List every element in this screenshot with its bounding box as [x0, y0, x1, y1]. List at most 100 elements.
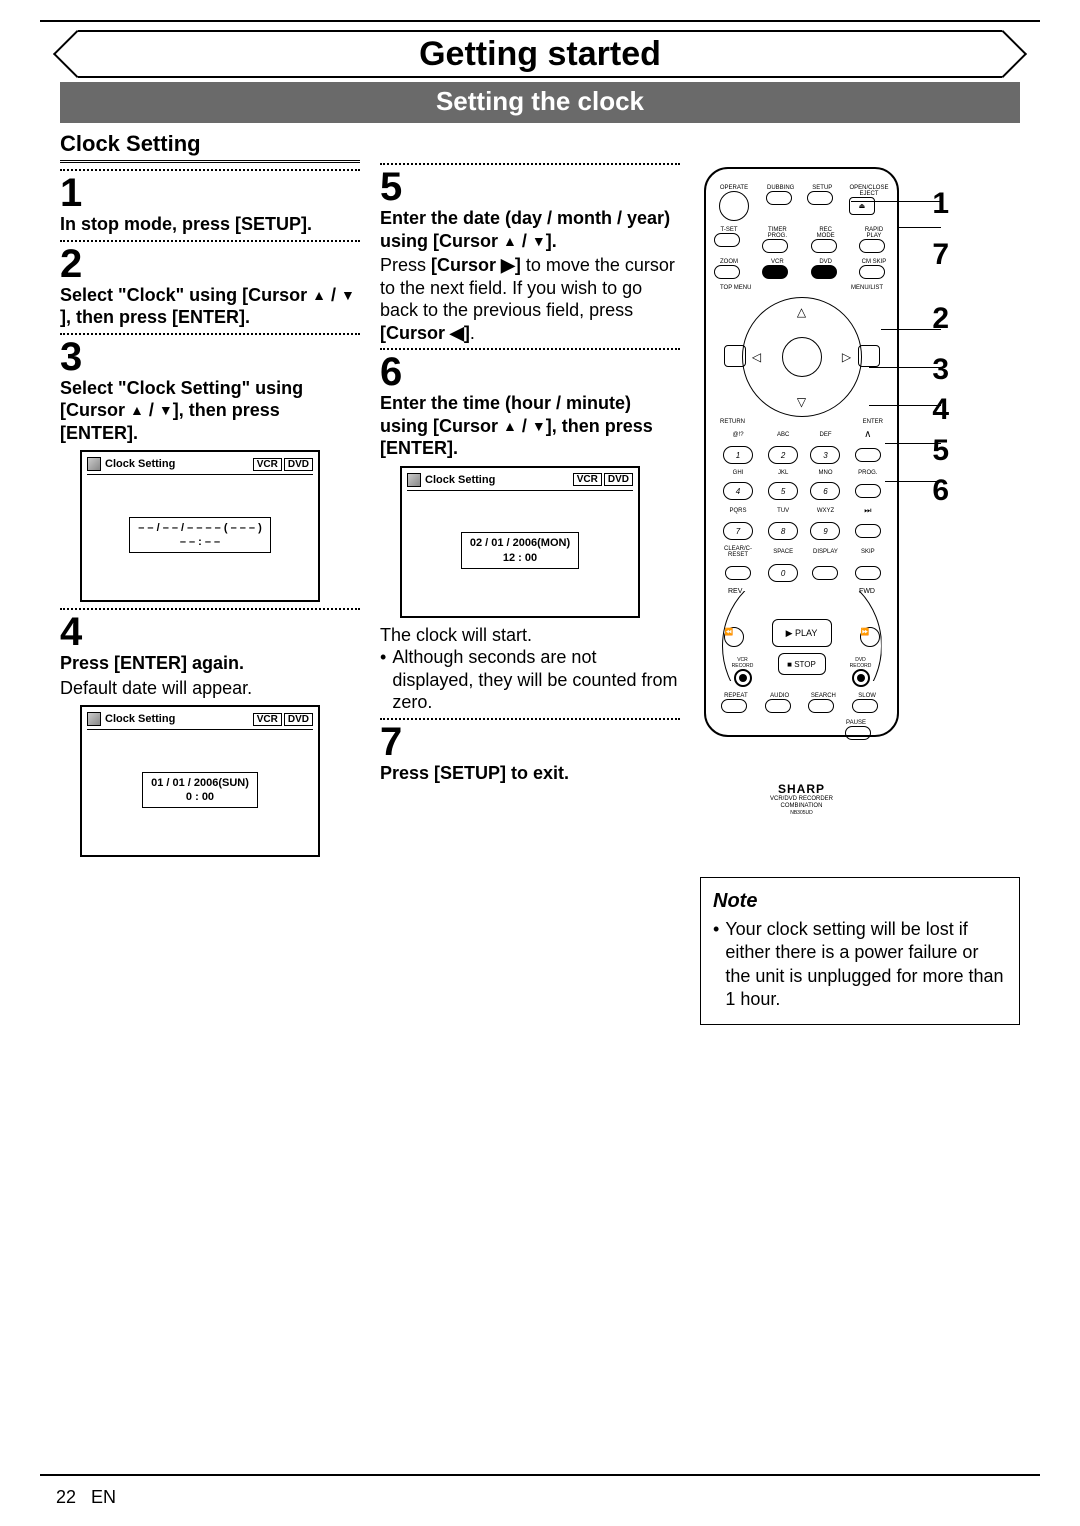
btn-clear: [725, 566, 751, 580]
dpad-down-icon: ▽: [795, 395, 809, 409]
btn-pause: [845, 726, 871, 740]
step-4-number: 4: [60, 612, 360, 652]
btn-4: 4: [723, 482, 753, 500]
btn-play: ▶ PLAY: [772, 619, 832, 647]
dpad: △ ▽ ◁ ▷: [742, 297, 862, 417]
btn-stop: ■ STOP: [778, 653, 826, 675]
btn-operate: [719, 191, 749, 221]
step-4-body: Default date will appear.: [60, 677, 360, 700]
step-5-text: Enter the date (day / month / year) usin…: [380, 207, 680, 252]
brand-logo: SHARP: [714, 782, 889, 796]
remote-control-diagram: OPERATE DUBBING SETUP OPEN/CLOSE EJECT ⏏: [704, 167, 899, 737]
btn-search: [808, 699, 834, 713]
btn-dvd: [811, 265, 837, 279]
dpad-right-icon: ▷: [840, 350, 854, 364]
btn-display: [812, 566, 838, 580]
dpad-left-icon: ◁: [750, 350, 764, 364]
osd-icon: [87, 712, 101, 726]
step-6-text: Enter the time (hour / minute) using [Cu…: [380, 392, 680, 460]
transport-ring: ⏪ ⏩ ▶ PLAY ■ STOP VCR RECORD DVD RECORD: [722, 601, 882, 691]
chapter-title: Getting started: [409, 35, 671, 74]
step-6-number: 6: [380, 352, 680, 392]
section-title: Clock Setting: [60, 131, 360, 163]
section-subheader: Setting the clock: [60, 82, 1020, 123]
step-7-number: 7: [380, 722, 680, 762]
callout-line: [851, 201, 941, 202]
btn-prog-down: [855, 484, 881, 498]
btn-tset: [714, 233, 740, 247]
btn-zoom: [714, 265, 740, 279]
btn-vcr-record: [734, 669, 752, 687]
cursor-up-icon: ▲: [503, 233, 517, 251]
btn-cmskip: [859, 265, 885, 279]
note-box: Note Your clock setting will be lost if …: [700, 877, 1020, 1025]
btn-skip-back: [855, 566, 881, 580]
left-column: Clock Setting 1 In stop mode, press [SET…: [60, 131, 360, 1025]
lbl-enter: ENTER: [863, 419, 883, 425]
osd-clock-default: Clock Setting VCR DVD 01 / 01 / 2006(SUN…: [80, 705, 320, 857]
btn-3: 3: [810, 446, 840, 464]
step-1-number: 1: [60, 173, 360, 213]
osd-icon: [87, 457, 101, 471]
btn-audio: [765, 699, 791, 713]
lbl-dubbing: DUBBING: [766, 185, 796, 191]
step-2-number: 2: [60, 244, 360, 284]
lbl-return: RETURN: [720, 419, 745, 425]
osd-date: 02 / 01 / 2006(MON): [470, 536, 570, 550]
btn-repeat: [721, 699, 747, 713]
osd-date: – – / – – / – – – – ( – – – ): [138, 521, 262, 535]
step-6-body: The clock will start.: [380, 624, 680, 647]
btn-rapid: [859, 239, 885, 253]
btn-setup: [807, 191, 833, 205]
chapter-banner: Getting started: [60, 30, 1020, 78]
btn-vcr: [762, 265, 788, 279]
note-body: Your clock setting will be lost if eithe…: [713, 918, 1007, 1012]
btn-rev: ⏪: [724, 627, 744, 647]
step-5-body: Press [Cursor ▶] to move the cursor to t…: [380, 254, 680, 344]
btn-0: 0: [768, 564, 798, 582]
step-4-text: Press [ENTER] again.: [60, 652, 360, 675]
osd-time: 12 : 00: [470, 551, 570, 565]
step-2-text: Select "Clock" using [Cursor ▲ / ▼], the…: [60, 284, 360, 329]
btn-8: 8: [768, 522, 798, 540]
lbl-setup: SETUP: [807, 185, 837, 191]
btn-9: 9: [810, 522, 840, 540]
cursor-up-icon: ▲: [130, 402, 144, 420]
lbl-operate: OPERATE: [714, 185, 754, 191]
lbl-eject: OPEN/CLOSE EJECT: [849, 185, 889, 197]
osd-time: 0 : 00: [151, 790, 249, 804]
dpad-up-icon: △: [795, 305, 809, 319]
cursor-up-icon: ▲: [503, 418, 517, 436]
btn-dvd-record: [852, 669, 870, 687]
btn-eject: ⏏: [849, 197, 875, 215]
btn-5: 5: [768, 482, 798, 500]
osd-date: 01 / 01 / 2006(SUN): [151, 776, 249, 790]
btn-6: 6: [810, 482, 840, 500]
btn-fwd: ⏩: [860, 627, 880, 647]
cursor-down-icon: ▼: [159, 402, 173, 420]
step-3-number: 3: [60, 337, 360, 377]
step-7-text: Press [SETUP] to exit.: [380, 762, 680, 785]
note-title: Note: [713, 888, 1007, 914]
cursor-down-icon: ▼: [532, 418, 546, 436]
osd-time: – – : – –: [138, 535, 262, 549]
btn-slow: [852, 699, 878, 713]
btn-timer: [762, 239, 788, 253]
step-6-bullet: Although seconds are not displayed, they…: [380, 646, 680, 714]
step-3-text: Select "Clock Setting" using [Cursor ▲ /…: [60, 377, 360, 445]
btn-prog-up: [855, 448, 881, 462]
right-column: OPERATE DUBBING SETUP OPEN/CLOSE EJECT ⏏: [700, 131, 1020, 1025]
cursor-down-icon: ▼: [532, 233, 546, 251]
btn-1: 1: [723, 446, 753, 464]
step-5-number: 5: [380, 167, 680, 207]
page-number: 22 EN: [56, 1487, 116, 1508]
cursor-up-icon: ▲: [312, 287, 326, 305]
step-1-text: In stop mode, press [SETUP].: [60, 213, 360, 236]
btn-dubbing: [766, 191, 792, 205]
btn-enter: [782, 337, 822, 377]
btn-recmode: [811, 239, 837, 253]
osd-clock-blank: Clock Setting VCR DVD – – / – – / – – – …: [80, 450, 320, 602]
middle-column: 5 Enter the date (day / month / year) us…: [380, 131, 680, 1025]
osd-clock-set: Clock Setting VCR DVD 02 / 01 / 2006(MON…: [400, 466, 640, 618]
cursor-down-icon: ▼: [341, 287, 355, 305]
